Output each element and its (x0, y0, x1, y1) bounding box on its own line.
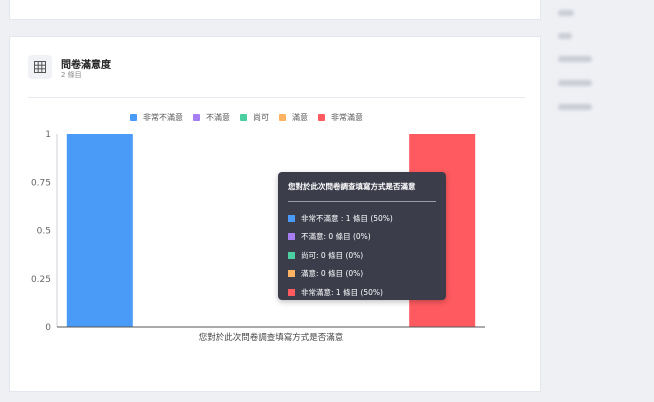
y-tick-label: 0.75 (31, 178, 51, 188)
tooltip-row: 不滿意: 0 條目 (0%) (288, 228, 436, 247)
blurred-nav-item[interactable] (558, 104, 592, 110)
tooltip-swatch (288, 214, 295, 222)
tooltip-row-text: 非常不滿意 : 1 條目 (50%) (301, 213, 393, 223)
tooltip-row-text: 不滿意: 0 條目 (0%) (301, 232, 371, 242)
tooltip-row-text: 非常滿意: 1 條目 (50%) (301, 287, 383, 297)
blurred-nav-item[interactable] (558, 10, 574, 16)
tooltip-swatch (288, 288, 295, 296)
tooltip-swatch (288, 251, 295, 259)
y-tick-label: 0.5 (37, 227, 51, 237)
x-category-label: 您對於此次問卷調查填寫方式是否滿意 (199, 332, 344, 343)
tooltip-row: 尚可: 0 條目 (0%) (288, 246, 436, 265)
tooltip-row-text: 滿意: 0 條目 (0%) (301, 269, 364, 279)
blurred-nav-item[interactable] (558, 80, 592, 86)
y-tick-label: 0 (45, 323, 51, 333)
y-tick-label: 1 (45, 130, 51, 140)
chart-tooltip: 您對於此次問卷調查填寫方式是否滿意 非常不滿意 : 1 條目 (50%) 不滿意… (278, 172, 446, 300)
tooltip-swatch (288, 233, 295, 241)
tooltip-title: 您對於此次問卷調查填寫方式是否滿意 (288, 182, 416, 191)
bar-1 (66, 134, 133, 327)
blurred-nav-item[interactable] (558, 33, 572, 39)
y-tick-label: 0.25 (31, 275, 51, 285)
tooltip-row-text: 尚可: 0 條目 (0%) (301, 250, 364, 260)
tooltip-row: 滿意: 0 條目 (0%) (288, 265, 436, 284)
tooltip-row: 非常滿意: 1 條目 (50%) (288, 283, 436, 302)
blurred-nav-item[interactable] (558, 56, 592, 62)
right-side-panel (543, 0, 654, 402)
tooltip-divider (288, 201, 436, 202)
tooltip-swatch (288, 270, 295, 278)
tooltip-row: 非常不滿意 : 1 條目 (50%) (288, 209, 436, 228)
